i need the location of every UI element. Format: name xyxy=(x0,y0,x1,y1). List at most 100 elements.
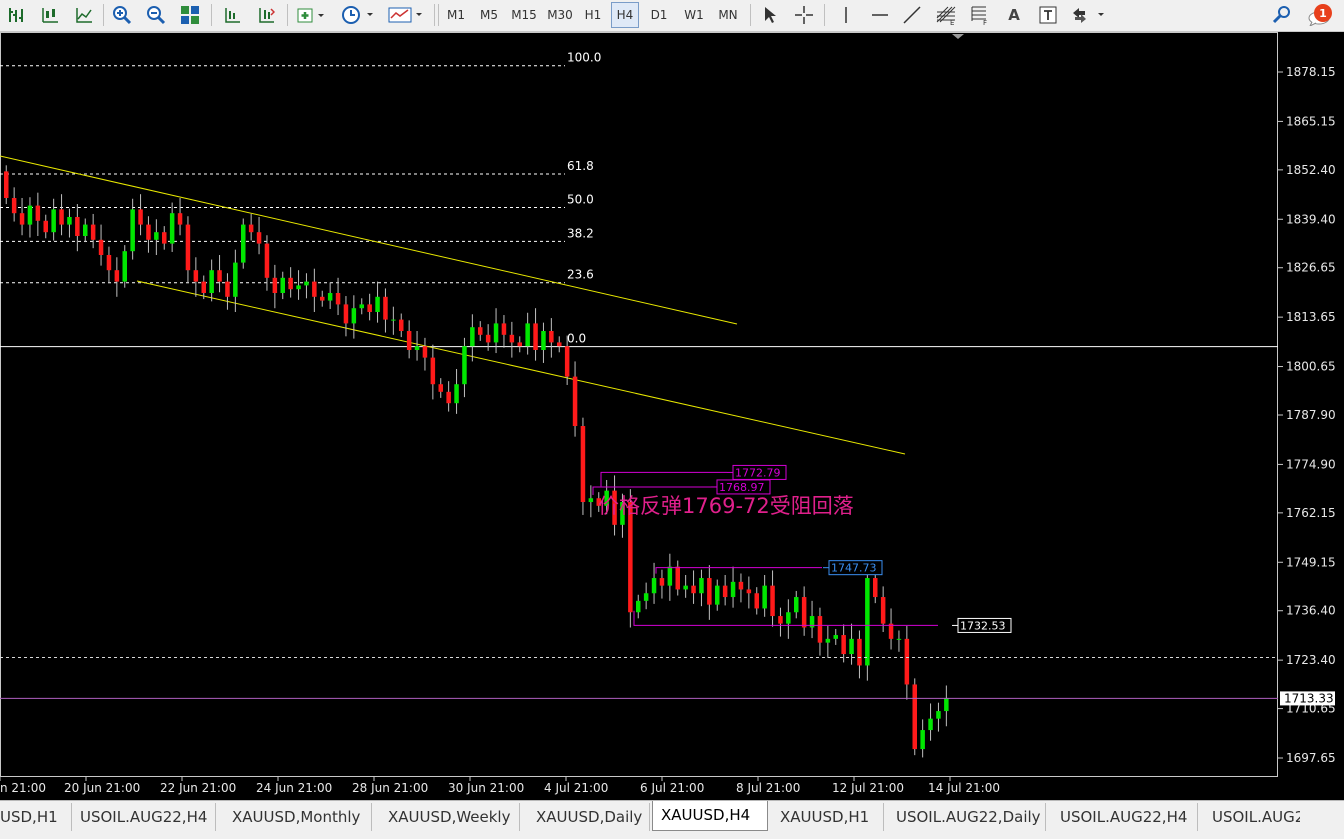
tab-usoil-aug22-daily[interactable]: USOIL.AUG22,Daily xyxy=(888,803,1046,831)
time-axis-label: 22 Jun 21:00 xyxy=(160,781,236,795)
bear-candle xyxy=(430,357,436,385)
timeframe-m1[interactable]: M1 xyxy=(441,2,471,28)
timeframe-w1[interactable]: W1 xyxy=(680,2,708,28)
cursor-icon[interactable] xyxy=(758,2,782,28)
bear-candle xyxy=(201,281,206,294)
timeframe-mn[interactable]: MN xyxy=(713,2,743,28)
bull-candle xyxy=(414,346,420,351)
tab-usoil-aug22-h4[interactable]: USOIL.AUG22,H4 xyxy=(72,803,216,831)
tab-usoil-aug22-h4-2[interactable]: USOIL.AUG22,H4 xyxy=(1052,803,1198,831)
bear-candle xyxy=(146,224,151,240)
price-axis-label: 1865.15 xyxy=(1286,114,1336,128)
fib-level-label: 100.0 xyxy=(567,51,601,65)
periods-clock-icon[interactable] xyxy=(338,2,378,28)
tab-xauusd-h4[interactable]: XAUUSD,H4 xyxy=(652,801,768,831)
price-axis-label: 1878.15 xyxy=(1286,65,1336,79)
bar-chart-icon[interactable] xyxy=(4,2,28,28)
bear-candle xyxy=(746,589,752,594)
bull-candle xyxy=(651,578,657,594)
text-icon[interactable]: A xyxy=(1002,2,1026,28)
bull-candle xyxy=(359,304,364,309)
bear-candle xyxy=(98,239,104,255)
zoom-in-icon[interactable] xyxy=(110,2,134,28)
tab-xauusd-monthly[interactable]: XAUUSD,Monthly xyxy=(224,803,372,831)
tab-xauusd-h1[interactable]: XAUUSD,H1 xyxy=(772,803,884,831)
bear-candle xyxy=(19,213,25,225)
time-axis-label: 8 Jul 21:00 xyxy=(736,781,800,795)
bull-candle xyxy=(296,285,301,290)
bear-candle xyxy=(59,209,64,225)
bear-candle xyxy=(533,323,538,351)
tab-usd-h1[interactable]: USD,H1 xyxy=(0,803,72,831)
bull-candle xyxy=(849,638,854,655)
timeframe-h4[interactable]: H4 xyxy=(611,2,639,28)
toolbar: M1 M5 M15 M30 H1 H4 D1 W1 MN E F A 1 xyxy=(0,0,1344,32)
timeframe-m5[interactable]: M5 xyxy=(474,2,504,28)
indicators-icon[interactable] xyxy=(294,2,328,28)
bull-candle xyxy=(470,327,475,347)
bull-candle xyxy=(833,635,838,639)
bull-candle xyxy=(327,293,333,301)
trendline-icon[interactable] xyxy=(900,2,924,28)
chart-shift-icon[interactable] xyxy=(254,2,278,28)
fib-level-label: 50.0 xyxy=(567,192,594,206)
bear-candle xyxy=(628,502,633,613)
chart-window[interactable]: 100.0 61.8 50.0 38.2 23.6 0.0 1772.79 1768.97 1… xyxy=(0,32,1344,800)
tab-xauusd-weekly[interactable]: XAUUSD,Weekly xyxy=(380,803,520,831)
tab-xauusd-daily[interactable]: XAUUSD,Daily xyxy=(528,803,650,831)
gann-grid-icon[interactable]: F xyxy=(968,2,992,28)
bull-candle xyxy=(122,251,127,282)
bull-candle xyxy=(643,593,649,601)
price-axis-label: 1749.15 xyxy=(1286,555,1336,569)
templates-icon[interactable] xyxy=(386,2,426,28)
chart-annotation: 价格反弹1769-72受阻回落 xyxy=(598,494,854,518)
zoom-out-icon[interactable] xyxy=(144,2,168,28)
bull-candle xyxy=(786,612,791,624)
text-label-icon[interactable] xyxy=(1036,2,1060,28)
bear-candle xyxy=(446,391,451,404)
fibonacci-icon[interactable]: E xyxy=(934,2,958,28)
bear-candle xyxy=(770,585,775,617)
time-axis-label: 28 Jun 21:00 xyxy=(352,781,428,795)
bear-candle xyxy=(438,384,443,392)
time-axis-label: 4 Jul 21:00 xyxy=(544,781,608,795)
bear-candle xyxy=(177,213,183,225)
timeframe-m15[interactable]: M15 xyxy=(507,2,541,28)
tile-windows-icon[interactable] xyxy=(178,2,202,28)
bear-candle xyxy=(320,296,325,301)
bear-candle xyxy=(517,342,522,347)
auto-scroll-icon[interactable] xyxy=(220,2,244,28)
bear-candle xyxy=(549,331,554,343)
bear-candle xyxy=(248,224,254,233)
time-axis-label: 6 Jul 21:00 xyxy=(640,781,704,795)
time-axis-label: 12 Jul 21:00 xyxy=(832,781,904,795)
bear-candle xyxy=(138,209,143,225)
line-chart-icon[interactable] xyxy=(72,2,96,28)
bear-candle xyxy=(367,304,372,313)
bear-candle xyxy=(857,638,862,666)
tab-usoil-aug2[interactable]: USOIL.AUG2 xyxy=(1204,803,1304,831)
timeframe-d1[interactable]: D1 xyxy=(645,2,673,28)
chat-icon[interactable]: 1 xyxy=(1302,2,1338,28)
bear-candle xyxy=(264,243,270,278)
bull-candle xyxy=(209,270,214,294)
bear-candle xyxy=(485,334,491,343)
bull-candle xyxy=(280,277,285,294)
bear-candle xyxy=(841,635,846,655)
bear-candle xyxy=(801,597,807,628)
candlestick-icon[interactable] xyxy=(38,2,62,28)
price-chart[interactable]: 100.0 61.8 50.0 38.2 23.6 0.0 1772.79 1768.97 1… xyxy=(0,32,1344,800)
bull-candle xyxy=(391,319,396,321)
search-icon[interactable] xyxy=(1270,2,1294,28)
bull-candle xyxy=(493,323,499,343)
bull-candle xyxy=(375,296,380,313)
timeframe-m30[interactable]: M30 xyxy=(543,2,577,28)
vertical-line-icon[interactable] xyxy=(834,2,858,28)
arrows-icon[interactable] xyxy=(1068,2,1110,28)
bull-candle xyxy=(865,578,870,666)
bull-candle xyxy=(27,205,33,225)
horizontal-line-icon[interactable] xyxy=(868,2,892,28)
crosshair-icon[interactable] xyxy=(792,2,816,28)
timeframe-h1[interactable]: H1 xyxy=(579,2,607,28)
bull-candle xyxy=(454,384,459,404)
